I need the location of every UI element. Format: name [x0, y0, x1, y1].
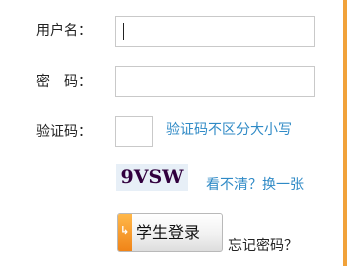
username-label: 用户名：: [36, 23, 92, 39]
captcha-hint: 验证码不区分大小写: [166, 122, 292, 138]
captcha-label: 验证码：: [36, 124, 92, 140]
password-label: 密 码：: [36, 74, 92, 90]
refresh-captcha-link[interactable]: 看不清？换一张: [206, 176, 304, 194]
text-caret: [123, 23, 124, 40]
button-accent-bar: ↳: [118, 214, 132, 251]
login-form-page: 用户名： 密 码： 验证码： 验证码不区分大小写 9VSW 看不清？换一张 ↳ …: [0, 0, 359, 266]
login-button-label: 学生登录: [136, 223, 201, 242]
password-input[interactable]: [115, 66, 315, 97]
captcha-image[interactable]: 9VSW: [116, 164, 188, 191]
student-login-button[interactable]: ↳ 学生登录: [117, 213, 223, 252]
page-margin: [347, 0, 359, 266]
username-input[interactable]: [115, 16, 315, 47]
arrow-icon: ↳: [120, 224, 130, 237]
forgot-password-link[interactable]: 忘记密码？: [228, 237, 298, 255]
captcha-input[interactable]: [115, 116, 153, 147]
